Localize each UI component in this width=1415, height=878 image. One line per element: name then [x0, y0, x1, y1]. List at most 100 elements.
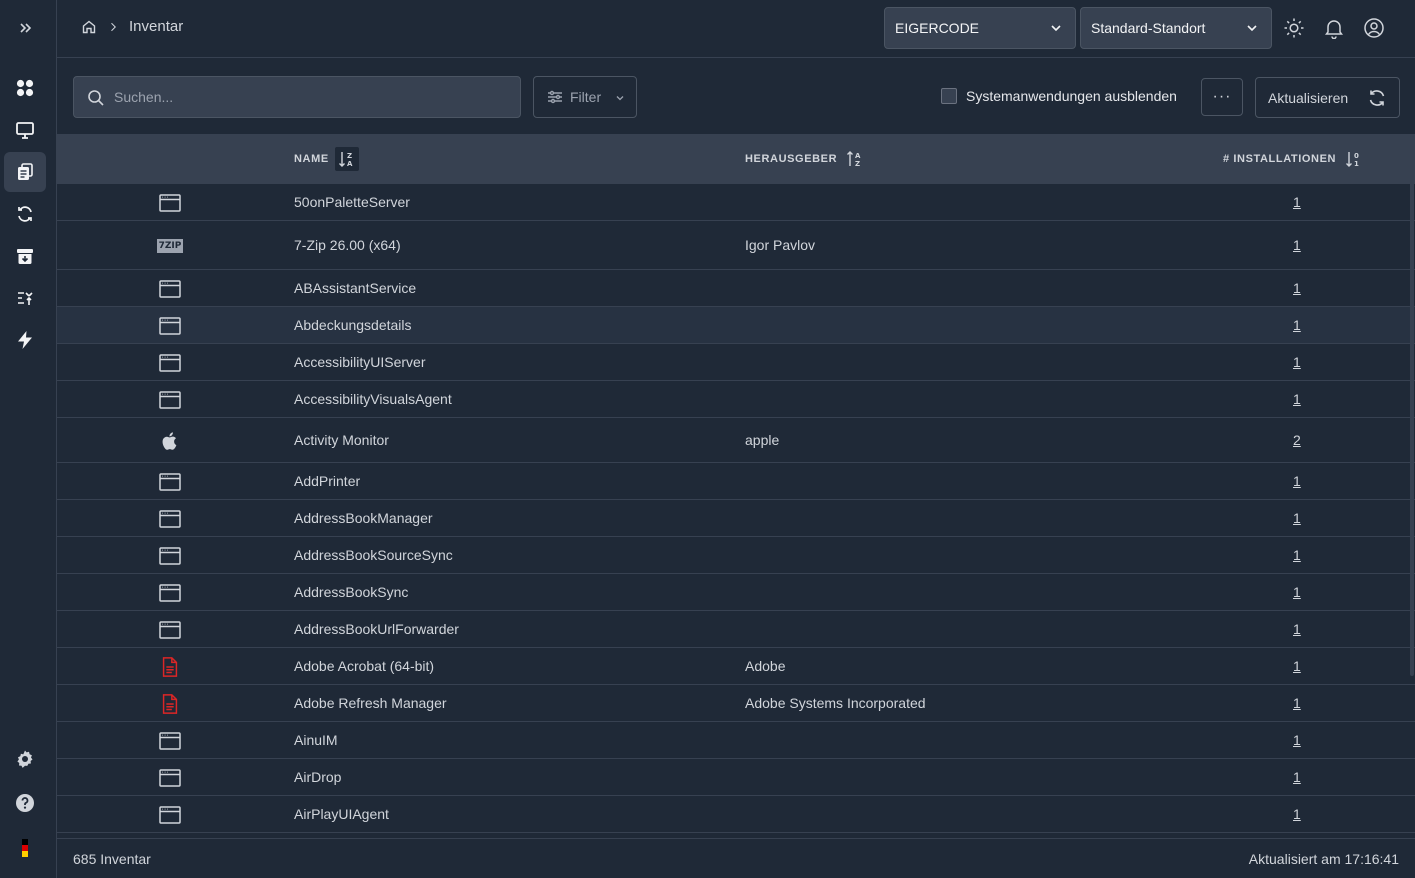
row-install-count-link[interactable]: 1	[1293, 280, 1301, 296]
row-install-count-link[interactable]: 1	[1293, 806, 1301, 822]
table-row[interactable]: ABAssistantService 1	[57, 270, 1415, 307]
row-name[interactable]: AddressBookManager	[294, 510, 433, 526]
row-name[interactable]: AddressBookSync	[294, 584, 408, 600]
help-circle-icon	[16, 794, 34, 812]
monitor-icon	[16, 122, 34, 139]
app-window-icon	[158, 766, 182, 790]
row-name[interactable]: AddressBookUrlForwarder	[294, 621, 459, 637]
search-field[interactable]	[73, 76, 521, 118]
table-row[interactable]: AddressBookUrlForwarder 1	[57, 611, 1415, 648]
row-name[interactable]: AddressBookSourceSync	[294, 547, 453, 563]
column-name-label: NAME	[294, 153, 329, 165]
row-name[interactable]: 7-Zip 26.00 (x64)	[294, 237, 401, 253]
breadcrumb-current: Inventar	[129, 18, 184, 35]
svg-text:A: A	[855, 152, 861, 160]
row-name[interactable]: Adobe Refresh Manager	[294, 695, 447, 711]
nav-dashboard[interactable]	[4, 68, 46, 108]
sun-theme-icon[interactable]	[1283, 17, 1305, 39]
location-select[interactable]: Standard-Standort	[1080, 7, 1272, 49]
table-row[interactable]: AddressBookSync 1	[57, 574, 1415, 611]
nav-settings[interactable]	[4, 739, 46, 779]
row-name[interactable]: Activity Monitor	[294, 432, 389, 448]
hide-system-apps-toggle[interactable]: Systemanwendungen ausblenden	[941, 88, 1177, 104]
sort-desc-icon[interactable]: ZA	[334, 147, 359, 171]
refresh-label: Aktualisieren	[1268, 89, 1349, 106]
nav-devices[interactable]	[4, 110, 46, 150]
svg-text:0: 0	[1354, 152, 1359, 160]
table-row[interactable]: AddPrinter 1	[57, 463, 1415, 500]
more-actions-button[interactable]: ···	[1201, 78, 1243, 116]
app-window-icon	[158, 581, 182, 605]
dashboard-grid-icon	[16, 79, 34, 97]
table-row[interactable]: Adobe Refresh Manager Adobe Systems Incor…	[57, 685, 1415, 722]
table-row[interactable]: 50onPaletteServer 1	[57, 184, 1415, 221]
table-row[interactable]: Adobe Acrobat (64-bit) Adobe 1	[57, 648, 1415, 685]
tenant-select[interactable]: EIGERCODE	[884, 7, 1076, 49]
filter-button[interactable]: Filter	[533, 76, 637, 118]
row-install-count-link[interactable]: 1	[1293, 354, 1301, 370]
app-window-icon	[158, 729, 182, 753]
row-install-count-link[interactable]: 1	[1293, 547, 1301, 563]
row-name[interactable]: AddPrinter	[294, 473, 360, 489]
table-row[interactable]: Abdeckungsdetails 1	[57, 307, 1415, 344]
row-name[interactable]: Adobe Acrobat (64-bit)	[294, 658, 434, 674]
nav-help[interactable]	[4, 783, 46, 823]
row-install-count-link[interactable]: 2	[1293, 432, 1301, 448]
table-row[interactable]: AddressBookSourceSync 1	[57, 537, 1415, 574]
table-row[interactable]: AirDrop 1	[57, 759, 1415, 796]
column-publisher[interactable]: HERAUSGEBER AZ	[745, 134, 867, 184]
row-install-count-link[interactable]: 1	[1293, 510, 1301, 526]
pdf-document-icon	[158, 692, 182, 716]
nav-archive[interactable]	[4, 236, 46, 276]
search-input[interactable]	[114, 89, 520, 105]
hide-system-checkbox[interactable]	[941, 88, 957, 104]
language-switch[interactable]	[4, 828, 46, 868]
filter-label: Filter	[570, 89, 602, 105]
row-install-count-link[interactable]: 1	[1293, 769, 1301, 785]
refresh-button[interactable]: Aktualisieren	[1255, 77, 1400, 118]
sort-numeric-icon[interactable]: 01	[1342, 147, 1366, 171]
sort-asc-icon[interactable]: AZ	[843, 147, 867, 171]
row-name[interactable]: ABAssistantService	[294, 280, 416, 296]
user-account-icon[interactable]	[1363, 17, 1385, 39]
chevrons-right-icon	[20, 23, 32, 33]
column-installs[interactable]: # INSTALLATIONEN 01	[1223, 134, 1366, 184]
row-name[interactable]: AccessibilityVisualsAgent	[294, 391, 452, 407]
row-install-count-link[interactable]: 1	[1293, 317, 1301, 333]
row-install-count-link[interactable]: 1	[1293, 695, 1301, 711]
breadcrumb: Inventar	[81, 18, 183, 35]
table-row[interactable]: AccessibilityUIServer 1	[57, 344, 1415, 381]
row-name[interactable]: AinuIM	[294, 732, 338, 748]
table-header: NAME ZA HERAUSGEBER AZ # INSTALLATIONEN …	[57, 134, 1415, 184]
row-install-count-link[interactable]: 1	[1293, 658, 1301, 674]
row-install-count-link[interactable]: 1	[1293, 391, 1301, 407]
nav-inventory[interactable]	[4, 152, 46, 192]
table-row[interactable]: 7ZIP 7-Zip 26.00 (x64) Igor Pavlov 1	[57, 221, 1415, 270]
table-row[interactable]: AddressBookManager 1	[57, 500, 1415, 537]
table-row[interactable]: Activity Monitor apple 2	[57, 418, 1415, 463]
row-name[interactable]: AirDrop	[294, 769, 341, 785]
row-install-count-link[interactable]: 1	[1293, 621, 1301, 637]
nav-updates[interactable]	[4, 194, 46, 234]
row-install-count-link[interactable]: 1	[1293, 584, 1301, 600]
table-row[interactable]: AinuIM 1	[57, 722, 1415, 759]
hide-system-label: Systemanwendungen ausblenden	[966, 88, 1177, 104]
nav-automation[interactable]	[4, 320, 46, 360]
row-install-count-link[interactable]: 1	[1293, 473, 1301, 489]
row-install-count-link[interactable]: 1	[1293, 237, 1301, 253]
bell-icon[interactable]	[1323, 17, 1345, 39]
table-scrollbar[interactable]	[1410, 136, 1414, 676]
footer: 685 Inventar Aktualisiert am 17:16:41	[57, 838, 1415, 878]
row-install-count-link[interactable]: 1	[1293, 732, 1301, 748]
expand-sidebar-button[interactable]	[4, 8, 46, 48]
home-icon[interactable]	[81, 19, 97, 35]
row-name[interactable]: AirPlayUIAgent	[294, 806, 389, 822]
nav-scan[interactable]	[4, 278, 46, 318]
table-row[interactable]: AccessibilityVisualsAgent 1	[57, 381, 1415, 418]
row-install-count-link[interactable]: 1	[1293, 194, 1301, 210]
table-row[interactable]: AirPlayUIAgent 1	[57, 796, 1415, 833]
row-name[interactable]: Abdeckungsdetails	[294, 317, 412, 333]
row-name[interactable]: AccessibilityUIServer	[294, 354, 425, 370]
column-name[interactable]: NAME ZA	[294, 134, 359, 184]
row-name[interactable]: 50onPaletteServer	[294, 194, 410, 210]
